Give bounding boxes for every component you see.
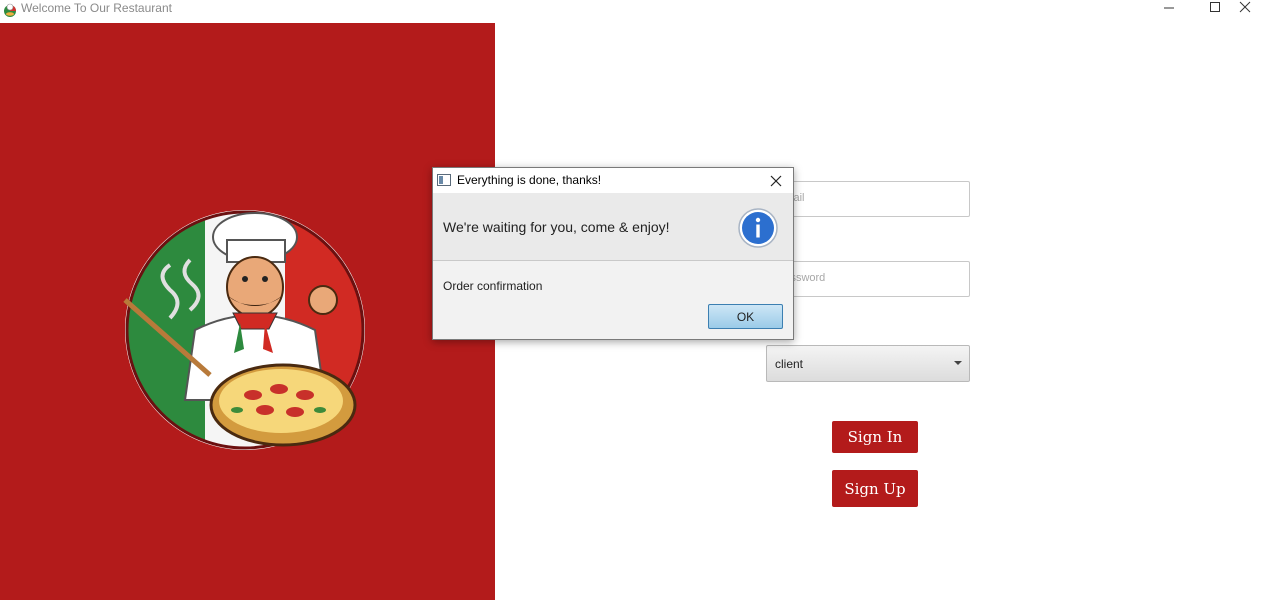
close-icon [770,175,782,187]
chef-pizza-logo [123,210,365,450]
ok-button[interactable]: OK [708,304,783,329]
role-select[interactable]: client [766,345,970,382]
dialog-header-text: We're waiting for you, come & enjoy! [443,219,670,235]
minimize-button[interactable] [1146,0,1192,18]
window-titlebar: Welcome To Our Restaurant [0,0,1268,23]
email-input[interactable] [767,182,957,214]
minimize-icon [1164,7,1174,9]
chevron-down-icon [954,361,962,365]
dialog-content-text: Order confirmation [443,279,543,293]
dialog-titlebar: Everything is done, thanks! [433,168,793,193]
maximize-icon [1210,2,1220,12]
info-icon [738,208,778,248]
window-title: Welcome To Our Restaurant [21,1,172,15]
dialog-close-button[interactable] [759,168,793,193]
close-button[interactable] [1222,0,1268,18]
password-field[interactable] [766,261,970,297]
close-icon [1239,1,1251,13]
confirmation-dialog: Everything is done, thanks! We're waitin… [432,167,794,340]
sign-up-button[interactable]: Sign Up [832,470,918,507]
dialog-header: We're waiting for you, come & enjoy! [433,193,793,261]
window-icon [437,174,451,186]
email-field[interactable] [766,181,970,217]
sign-in-button[interactable]: Sign In [832,421,918,453]
password-input[interactable] [767,262,957,294]
app-icon [4,3,16,17]
role-select-value: client [775,357,804,371]
dialog-title: Everything is done, thanks! [457,173,602,187]
